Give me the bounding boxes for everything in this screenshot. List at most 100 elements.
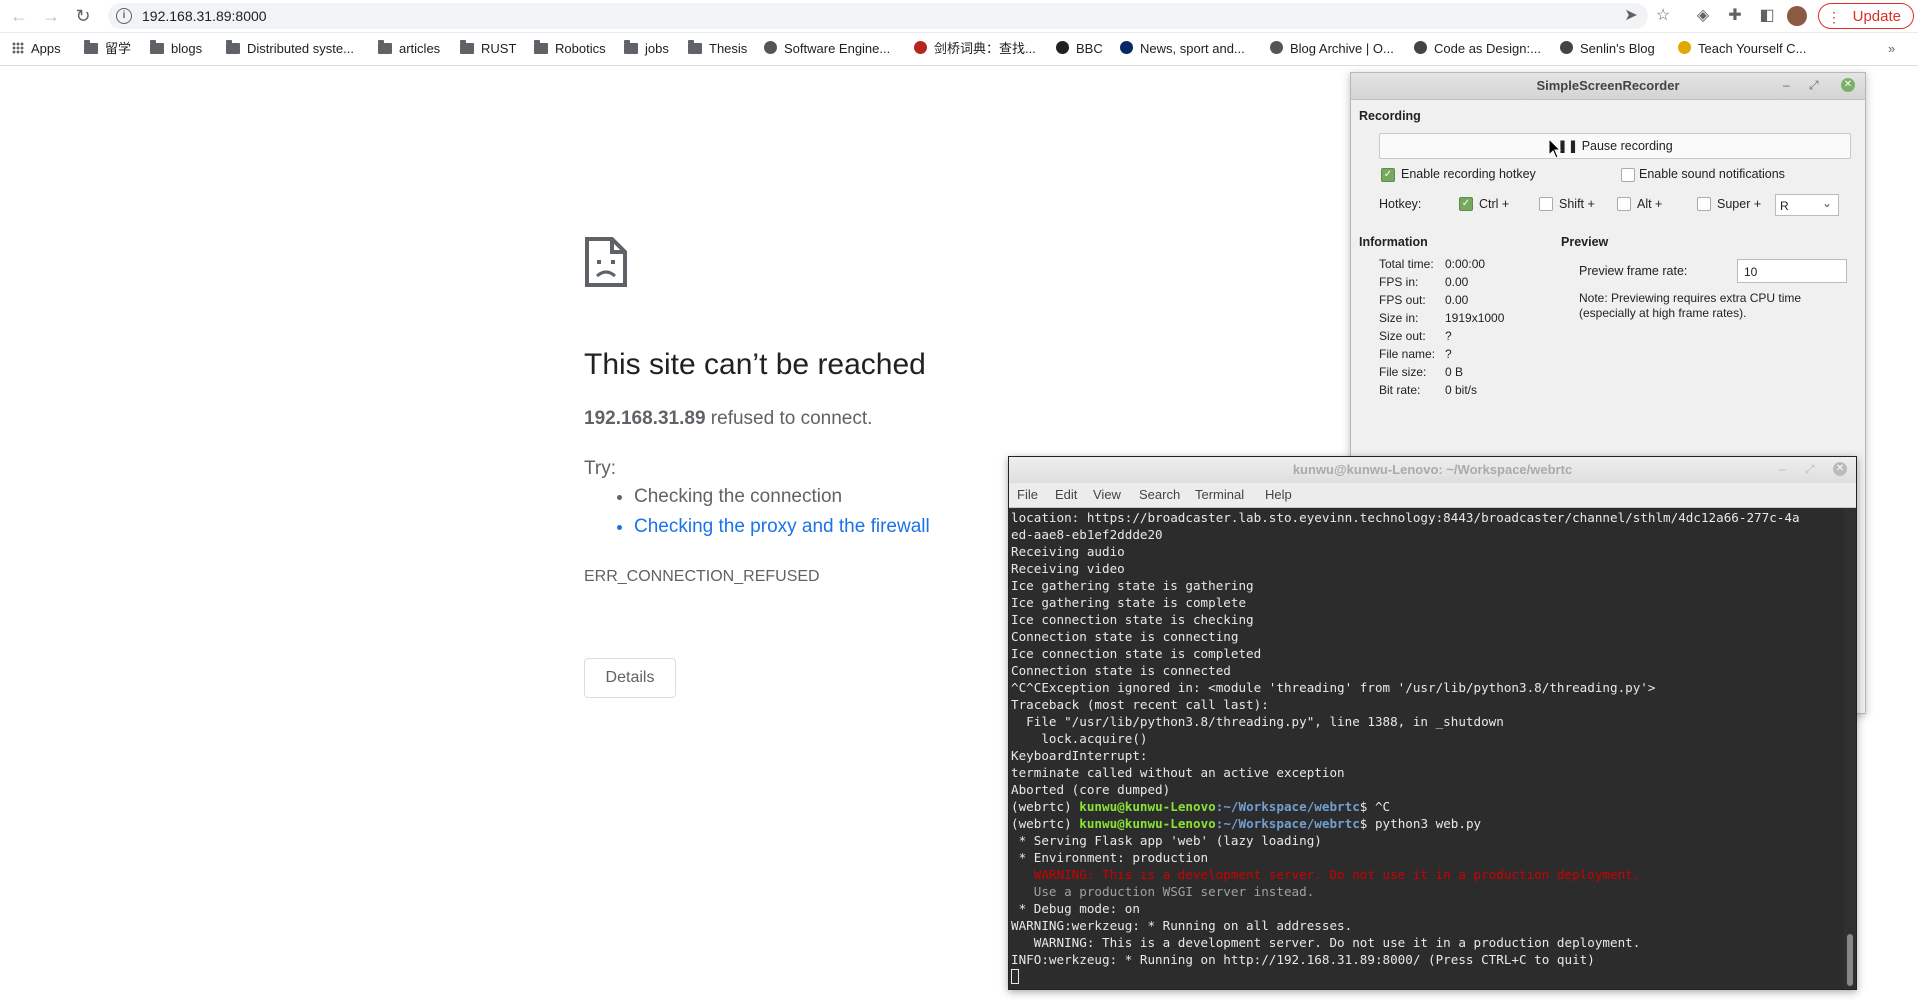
back-icon[interactable]: ← <box>8 5 30 27</box>
side-panel-icon[interactable]: ◧ <box>1756 5 1778 27</box>
terminal-menu-item[interactable]: View <box>1093 487 1121 502</box>
bookmark-item[interactable]: Blog Archive | O... <box>1270 40 1394 58</box>
prompt-path: :~/Workspace/webrtc <box>1215 816 1360 831</box>
terminal-line: Ice gathering state is complete <box>1011 595 1247 610</box>
terminal-scroll-thumb[interactable] <box>1847 934 1853 986</box>
reload-icon[interactable]: ↻ <box>72 5 94 27</box>
info-value: 0.00 <box>1445 275 1469 289</box>
terminal-minimize-icon[interactable]: – <box>1779 462 1786 476</box>
address-bar[interactable]: i 192.168.31.89:8000 <box>108 3 1648 29</box>
try-label: Try: <box>584 458 617 479</box>
terminal-menu-item[interactable]: File <box>1017 487 1038 502</box>
info-key: Size out: <box>1379 329 1426 343</box>
terminal-line: KeyboardInterrupt: <box>1011 748 1148 763</box>
info-value: 0 bit/s <box>1445 383 1478 397</box>
bookmark-item[interactable]: 剑桥词典：查找... <box>914 40 1036 58</box>
super-checkbox[interactable] <box>1697 197 1711 211</box>
terminal-line: Connection state is connected <box>1011 663 1231 678</box>
info-key: Total time: <box>1379 257 1434 271</box>
update-label: Update <box>1852 8 1901 25</box>
globe-icon <box>1414 41 1427 54</box>
terminal-maximize-icon[interactable]: ⤢ <box>1805 462 1815 477</box>
sound-notifications-checkbox[interactable] <box>1621 168 1635 182</box>
translate-extension-icon[interactable]: ◈ <box>1692 5 1714 27</box>
preview-rate-spinbox[interactable]: 10 <box>1737 259 1847 283</box>
recording-heading: Recording <box>1359 109 1421 123</box>
terminal-line: * Environment: production <box>1011 850 1209 865</box>
info-key: File name: <box>1379 347 1436 361</box>
minimize-icon[interactable]: – <box>1783 78 1790 92</box>
terminal-close-icon[interactable]: ✕ <box>1833 462 1847 476</box>
terminal-menubar: File Edit View Search Terminal Help <box>1009 483 1856 508</box>
suggestion-proxy-firewall-link[interactable]: Checking the proxy and the firewall <box>634 515 930 539</box>
bookmark-item[interactable]: News, sport and... <box>1120 40 1245 58</box>
terminal-menu-item[interactable]: Help <box>1265 487 1292 502</box>
key-icon <box>1678 41 1691 54</box>
folder-icon <box>624 40 638 54</box>
terminal-line: ^C^CException ignored in: <module 'threa… <box>1011 680 1656 695</box>
folder-icon <box>226 40 240 54</box>
maximize-icon[interactable]: ⤢ <box>1809 78 1819 93</box>
terminal-line: Ice connection state is completed <box>1011 646 1262 661</box>
hotkey-label: Hotkey: <box>1379 197 1422 211</box>
prompt-command: $ python3 web.py <box>1359 816 1482 831</box>
pause-recording-button[interactable]: ❚❚ Pause recording <box>1379 133 1851 159</box>
terminal-title: kunwu@kunwu-Lenovo: ~/Workspace/webrtc <box>1292 462 1573 477</box>
sad-page-icon <box>585 237 627 287</box>
more-bookmarks-icon[interactable]: » <box>1888 40 1895 58</box>
bookmark-item[interactable]: Distributed syste... <box>226 40 354 58</box>
hotkey-key-select[interactable]: R <box>1775 192 1839 216</box>
sound-notifications-label: Enable sound notifications <box>1639 167 1785 181</box>
bookmark-item[interactable]: Senlin's Blog <box>1560 40 1655 58</box>
terminal-titlebar[interactable]: kunwu@kunwu-Lenovo: ~/Workspace/webrtc <box>1009 457 1856 483</box>
terminal-output[interactable]: location: https://broadcaster.lab.sto.ey… <box>1009 508 1844 989</box>
bookmark-item[interactable]: Teach Yourself C... <box>1678 40 1806 58</box>
bookmark-item[interactable]: articles <box>378 40 440 58</box>
bookmark-item[interactable]: Thesis <box>688 40 747 58</box>
prompt-path: :~/Workspace/webrtc <box>1215 799 1360 814</box>
bookmark-item[interactable]: Apps <box>12 40 61 58</box>
terminal-window: kunwu@kunwu-Lenovo: ~/Workspace/webrtc –… <box>1008 456 1857 990</box>
close-icon[interactable]: ✕ <box>1841 78 1855 92</box>
folder-icon <box>534 40 548 54</box>
terminal-line: WARNING:werkzeug: * Running on all addre… <box>1011 918 1353 933</box>
bookmark-item[interactable]: jobs <box>624 40 669 58</box>
profile-avatar[interactable] <box>1787 6 1807 26</box>
terminal-line: Traceback (most recent call last): <box>1011 697 1269 712</box>
terminal-line: location: https://broadcaster.lab.sto.ey… <box>1011 510 1800 525</box>
enable-hotkey-checkbox[interactable]: ✓ <box>1381 168 1395 182</box>
bookmark-label: 留学 <box>105 41 132 56</box>
bookmark-star-icon[interactable]: ☆ <box>1652 5 1674 27</box>
bookmark-item[interactable]: blogs <box>150 40 202 58</box>
bookmark-label: Code as Design:... <box>1434 41 1541 56</box>
error-message-suffix: refused to connect. <box>705 408 873 429</box>
update-button[interactable]: ⋮ Update <box>1818 3 1914 29</box>
preview-note: Note: Previewing requires extra CPU time… <box>1579 291 1802 320</box>
error-host: 192.168.31.89 <box>584 408 706 429</box>
info-icon[interactable]: i <box>116 8 132 24</box>
extensions-puzzle-icon[interactable]: ✚ <box>1724 5 1746 27</box>
send-icon[interactable]: ➤ <box>1620 5 1642 27</box>
terminal-line: ed-aae8-eb1ef2ddde20 <box>1011 527 1163 542</box>
bookmark-item[interactable]: Robotics <box>534 40 606 58</box>
alt-checkbox[interactable] <box>1617 197 1631 211</box>
terminal-line: * Debug mode: on <box>1011 901 1140 916</box>
bookmark-label: Senlin's Blog <box>1580 41 1655 56</box>
terminal-menu-item[interactable]: Terminal <box>1195 487 1244 502</box>
bookmark-item[interactable]: Code as Design:... <box>1414 40 1541 58</box>
forward-icon[interactable]: → <box>40 5 62 27</box>
preview-rate-label: Preview frame rate: <box>1579 264 1688 278</box>
terminal-line: INFO:werkzeug: * Running on http://192.1… <box>1011 952 1595 967</box>
ctrl-checkbox[interactable]: ✓ <box>1459 197 1473 211</box>
bookmark-item[interactable]: RUST <box>460 40 516 58</box>
bookmark-label: 剑桥词典：查找... <box>934 41 1036 56</box>
terminal-menu-item[interactable]: Edit <box>1055 487 1077 502</box>
details-button[interactable]: Details <box>584 658 676 698</box>
bookmark-item[interactable]: 留学 <box>84 40 131 58</box>
terminal-menu-item[interactable]: Search <box>1139 487 1180 502</box>
bookmark-item[interactable]: BBC <box>1056 40 1103 58</box>
terminal-scrollbar[interactable] <box>1844 508 1856 989</box>
shift-checkbox[interactable] <box>1539 197 1553 211</box>
bookmark-label: articles <box>399 41 441 56</box>
bookmark-item[interactable]: Software Engine... <box>764 40 890 58</box>
